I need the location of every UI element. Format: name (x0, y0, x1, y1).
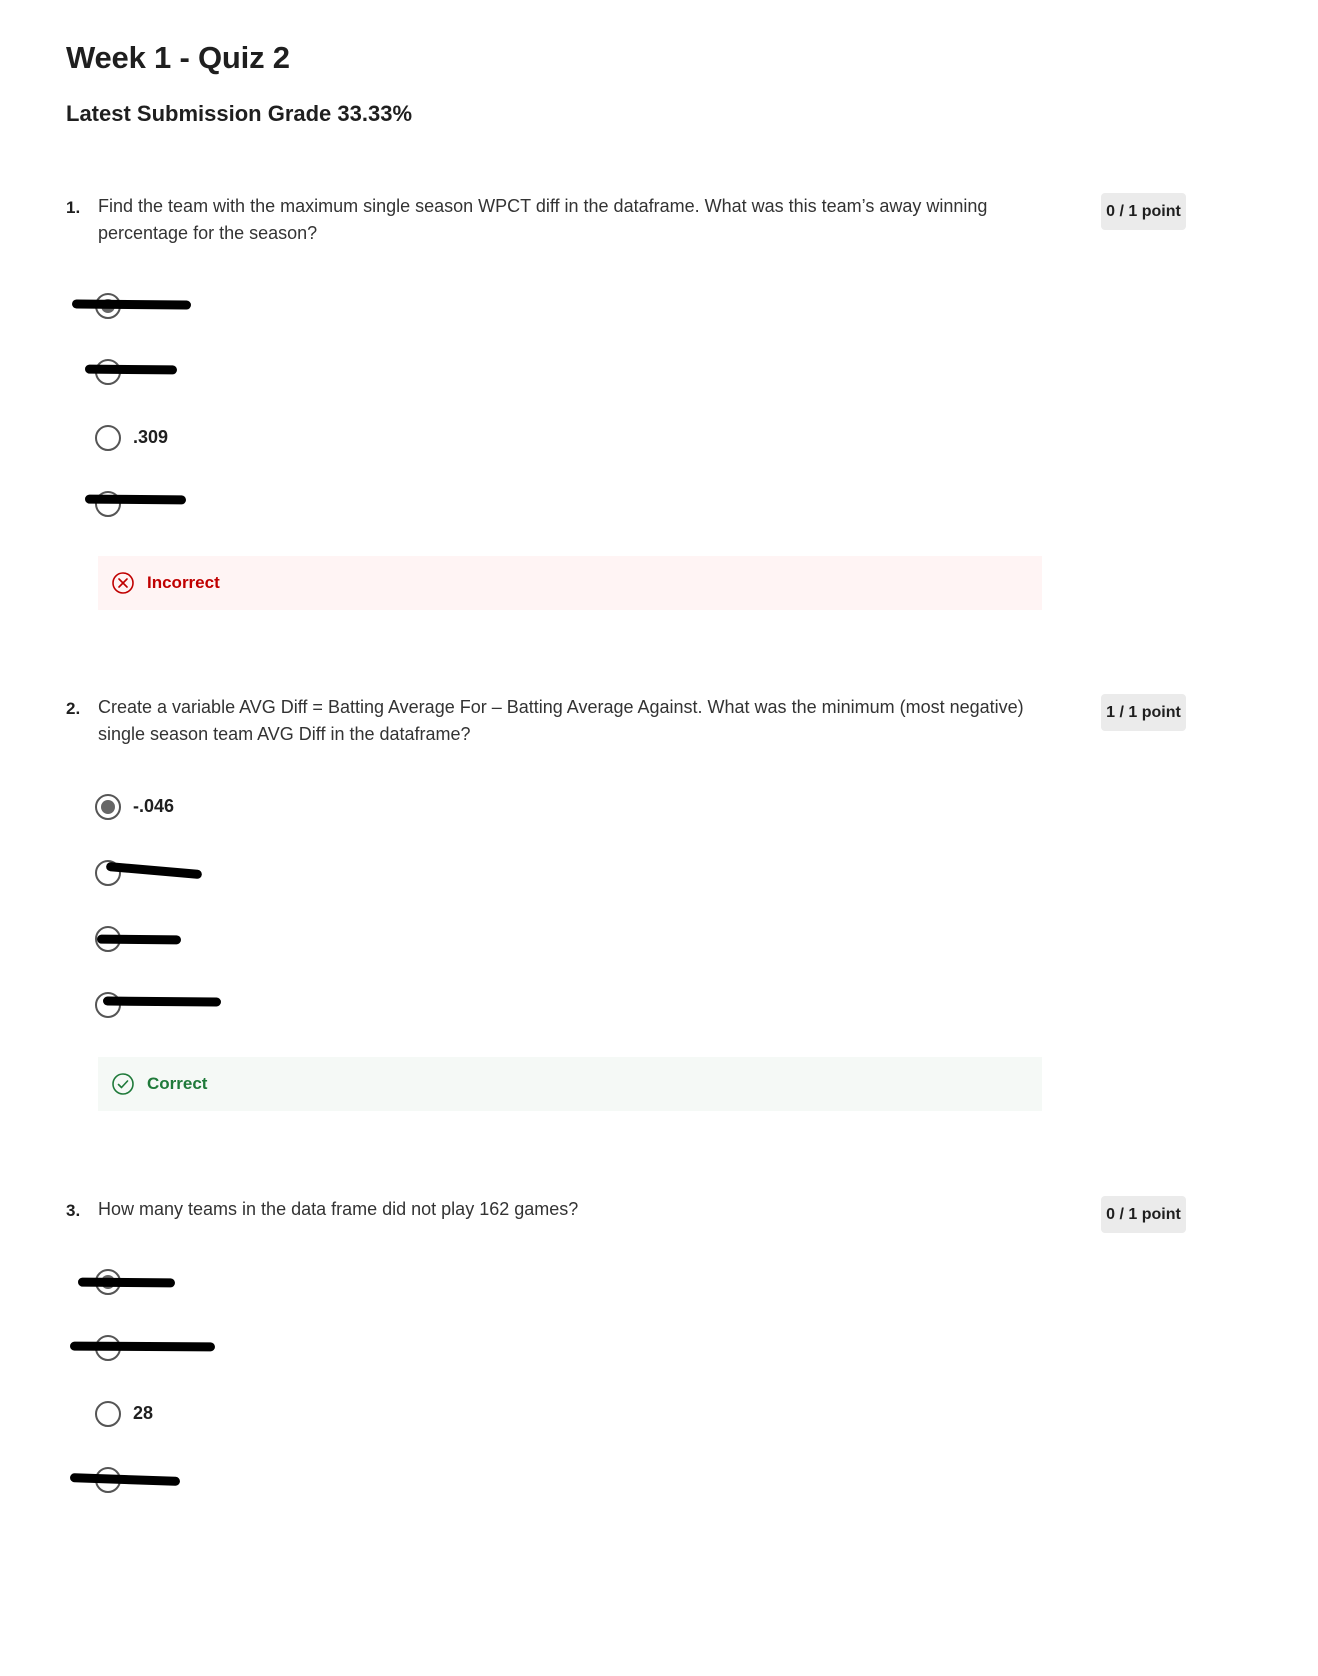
option-label: .309 (133, 427, 169, 447)
redaction-mark (69, 1473, 181, 1486)
radio-button[interactable] (95, 425, 121, 451)
question-number: 1. (66, 198, 81, 217)
latest-submission-grade: Latest Submission Grade 33.33% (66, 101, 413, 126)
points-badge: 1 / 1 point (1101, 694, 1186, 731)
feedback-incorrect: Incorrect (98, 556, 1042, 610)
radio-button[interactable] (95, 1401, 121, 1427)
question-text: Find the team with the maximum single se… (98, 196, 988, 243)
feedback-correct: Correct (98, 1057, 1042, 1111)
redaction-mark (69, 1341, 216, 1352)
feedback-label: Correct (147, 1074, 208, 1093)
option-label: -.046 (133, 796, 175, 816)
redaction-mark (96, 934, 182, 945)
redaction-mark (102, 996, 222, 1007)
check-circle-icon (112, 1073, 134, 1095)
feedback-label: Incorrect (147, 573, 220, 592)
question-1: 1. Find the team with the maximum single… (0, 193, 1318, 673)
question-number: 3. (66, 1201, 81, 1220)
question-number: 2. (66, 699, 81, 718)
option-label: 28 (133, 1403, 154, 1423)
question-2: 2. Create a variable AVG Diff = Batting … (0, 694, 1318, 1174)
points-badge: 0 / 1 point (1101, 193, 1186, 230)
question-text: Create a variable AVG Diff = Batting Ave… (98, 697, 1024, 744)
x-circle-icon (112, 572, 134, 594)
redaction-mark (84, 364, 178, 375)
redaction-mark (77, 1277, 176, 1288)
redaction-mark (84, 494, 187, 505)
question-text: How many teams in the data frame did not… (98, 1199, 579, 1219)
points-badge: 0 / 1 point (1101, 1196, 1186, 1233)
radio-button[interactable] (95, 794, 121, 820)
redaction-mark (71, 299, 192, 310)
page-title: Week 1 - Quiz 2 (66, 40, 290, 75)
question-3: 3. How many teams in the data frame did … (0, 1196, 1318, 1676)
